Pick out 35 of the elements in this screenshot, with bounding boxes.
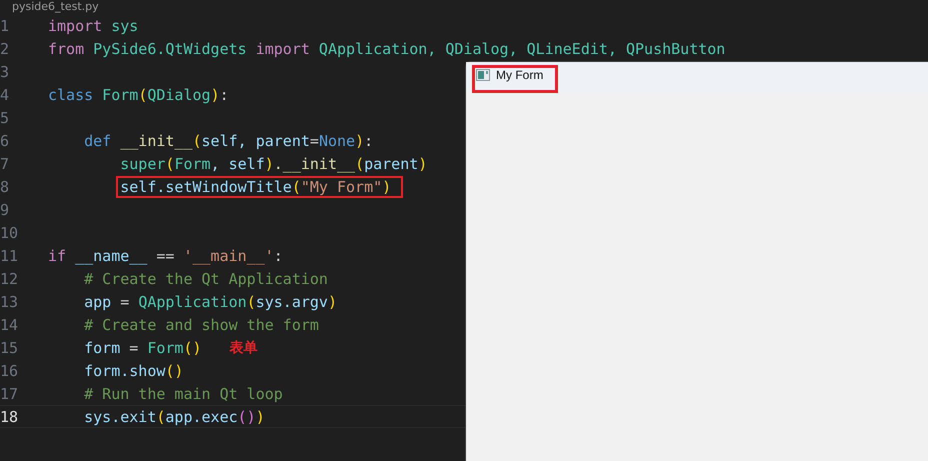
code-line: # Run the main Qt loop: [83, 384, 284, 404]
code-line: # Create and show the form: [83, 314, 320, 336]
code-line: # Create the Qt Application: [83, 268, 329, 290]
code-line: app = QApplication(sys.argv): [83, 292, 338, 312]
line-number: 6: [0, 132, 10, 150]
code-line: super(Form, self).__init__(parent): [119, 154, 428, 174]
line-number: 9: [0, 200, 10, 218]
line-number: 8: [0, 178, 10, 196]
line-number: 5: [0, 108, 10, 126]
line-number: 15: [0, 338, 20, 356]
app-icon: [476, 69, 490, 81]
line-number: 14: [0, 316, 20, 334]
code-line: def __init__(self, parent=None):: [83, 130, 374, 152]
code-line: if __name__ == '__main__':: [47, 246, 284, 266]
code-line: import sys: [47, 16, 140, 36]
line-number: 16: [0, 362, 20, 380]
line-number: 4: [0, 86, 10, 104]
code-line: from PySide6.QtWidgets import QApplication, QDialog, QLineEdit, QPushButton: [47, 38, 726, 60]
line-number: 7: [0, 154, 10, 172]
file-tab-title[interactable]: pyside6_test.py: [12, 0, 99, 13]
code-line: class Form(QDialog):: [47, 84, 230, 106]
line-number: 10: [0, 224, 20, 242]
window-title: My Form: [496, 68, 544, 82]
line-number: 13: [0, 292, 20, 310]
line-number: 3: [0, 62, 10, 80]
line-number: 1: [0, 16, 10, 34]
line-number: 11: [0, 246, 20, 264]
line-number: 18: [0, 408, 20, 426]
line-number: 2: [0, 40, 10, 58]
annotation-note: 表单: [230, 338, 258, 356]
line-number: 12: [0, 270, 20, 288]
code-line: sys.exit(app.exec()): [83, 406, 266, 428]
code-line: form.show(): [83, 360, 184, 382]
code-line: form = Form(): [83, 338, 203, 358]
line-number: 17: [0, 384, 20, 402]
